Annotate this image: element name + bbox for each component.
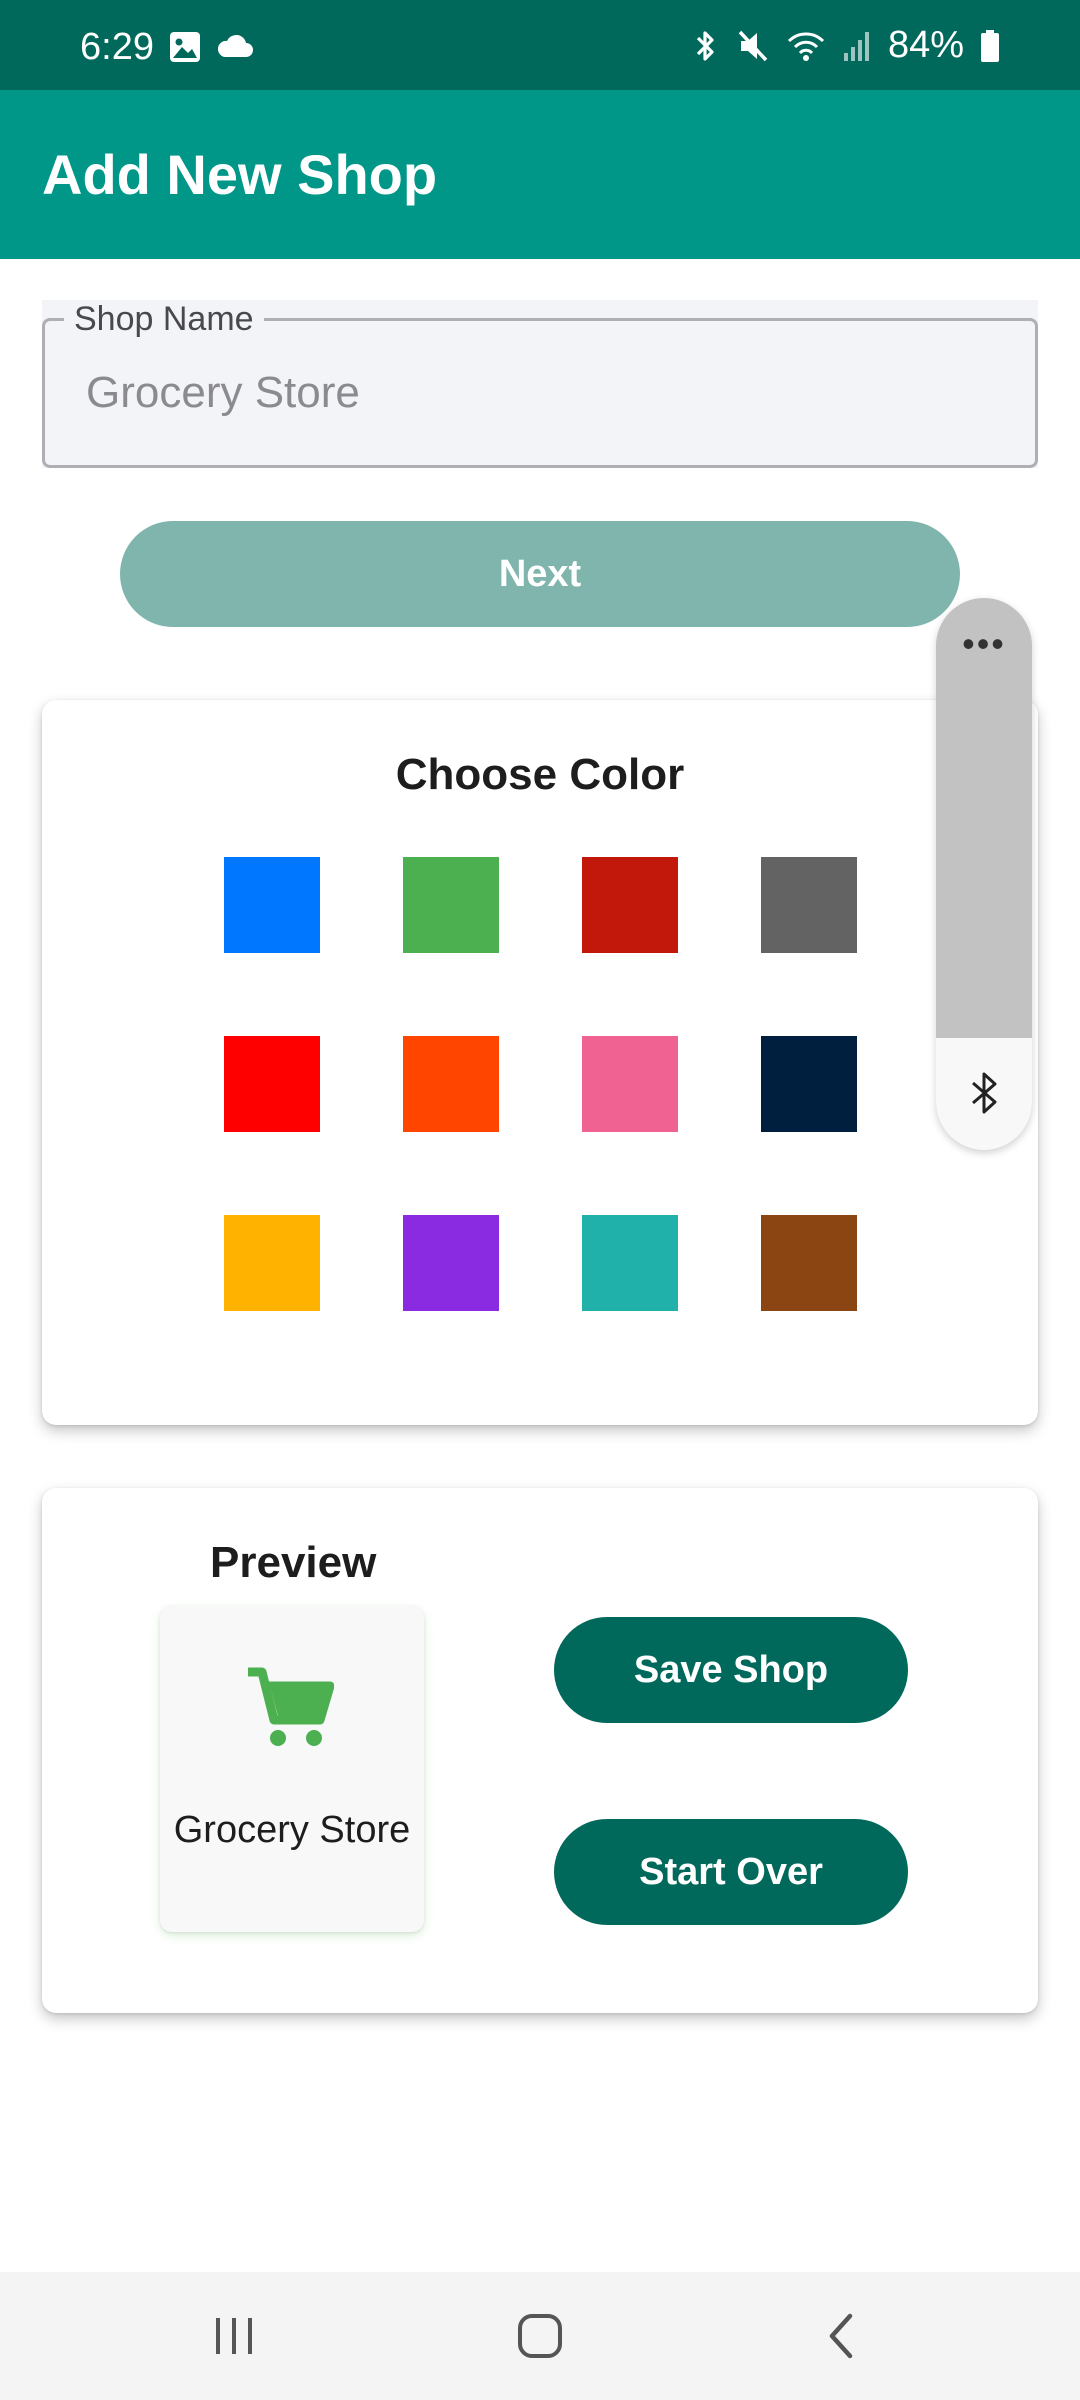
choose-color-title: Choose Color (395, 750, 685, 799)
preview-card: Preview Grocery Store Save Shop Start Ov… (42, 1488, 1038, 2013)
battery-icon (980, 29, 1000, 63)
shop-name-label: Shop Name (64, 300, 264, 339)
save-shop-button[interactable]: Save Shop (554, 1617, 908, 1723)
page-title: Add New Shop (42, 143, 438, 206)
navigation-bar (0, 2272, 1080, 2400)
battery-label: 84% (887, 24, 964, 66)
shop-name-input[interactable] (86, 368, 986, 418)
color-swatch[interactable] (761, 1215, 857, 1311)
color-swatch[interactable] (761, 857, 857, 953)
app-bar: Add New Shop (0, 90, 1080, 259)
color-picker-card: Choose Color (42, 700, 1038, 1425)
color-swatch[interactable] (582, 857, 678, 953)
home-icon[interactable] (510, 2306, 570, 2371)
shop-name-field[interactable]: Shop Name (42, 300, 1038, 468)
cloud-icon (216, 30, 254, 69)
signal-icon (842, 29, 872, 63)
color-swatch[interactable] (403, 1215, 499, 1311)
preview-title: Preview (210, 1538, 377, 1587)
status-bar: 6:29 84% (0, 0, 1080, 90)
shopping-cart-icon (244, 1664, 335, 1755)
status-time: 6:29 (80, 26, 154, 68)
bluetooth-icon (966, 1068, 1002, 1123)
start-over-button[interactable]: Start Over (554, 1819, 908, 1925)
bluetooth-icon (690, 28, 720, 64)
image-icon (168, 30, 202, 69)
back-icon[interactable] (820, 2306, 860, 2371)
color-swatch[interactable] (224, 857, 320, 953)
recent-apps-icon[interactable] (210, 2306, 260, 2371)
color-swatch[interactable] (224, 1215, 320, 1311)
next-button[interactable]: Next (120, 521, 960, 627)
shop-preview-tile: Grocery Store (160, 1606, 424, 1932)
mute-icon (736, 28, 770, 64)
color-swatch[interactable] (224, 1036, 320, 1132)
color-swatch[interactable] (582, 1036, 678, 1132)
wifi-icon (786, 28, 826, 64)
floating-panel-bluetooth[interactable] (936, 1038, 1032, 1150)
color-swatch[interactable] (403, 1036, 499, 1132)
color-swatch[interactable] (761, 1036, 857, 1132)
floating-panel[interactable]: ••• (936, 598, 1032, 1150)
more-icon[interactable]: ••• (936, 626, 1032, 662)
color-swatch[interactable] (582, 1215, 678, 1311)
color-swatch[interactable] (403, 857, 499, 953)
preview-shop-name: Grocery Store (173, 1809, 411, 1851)
